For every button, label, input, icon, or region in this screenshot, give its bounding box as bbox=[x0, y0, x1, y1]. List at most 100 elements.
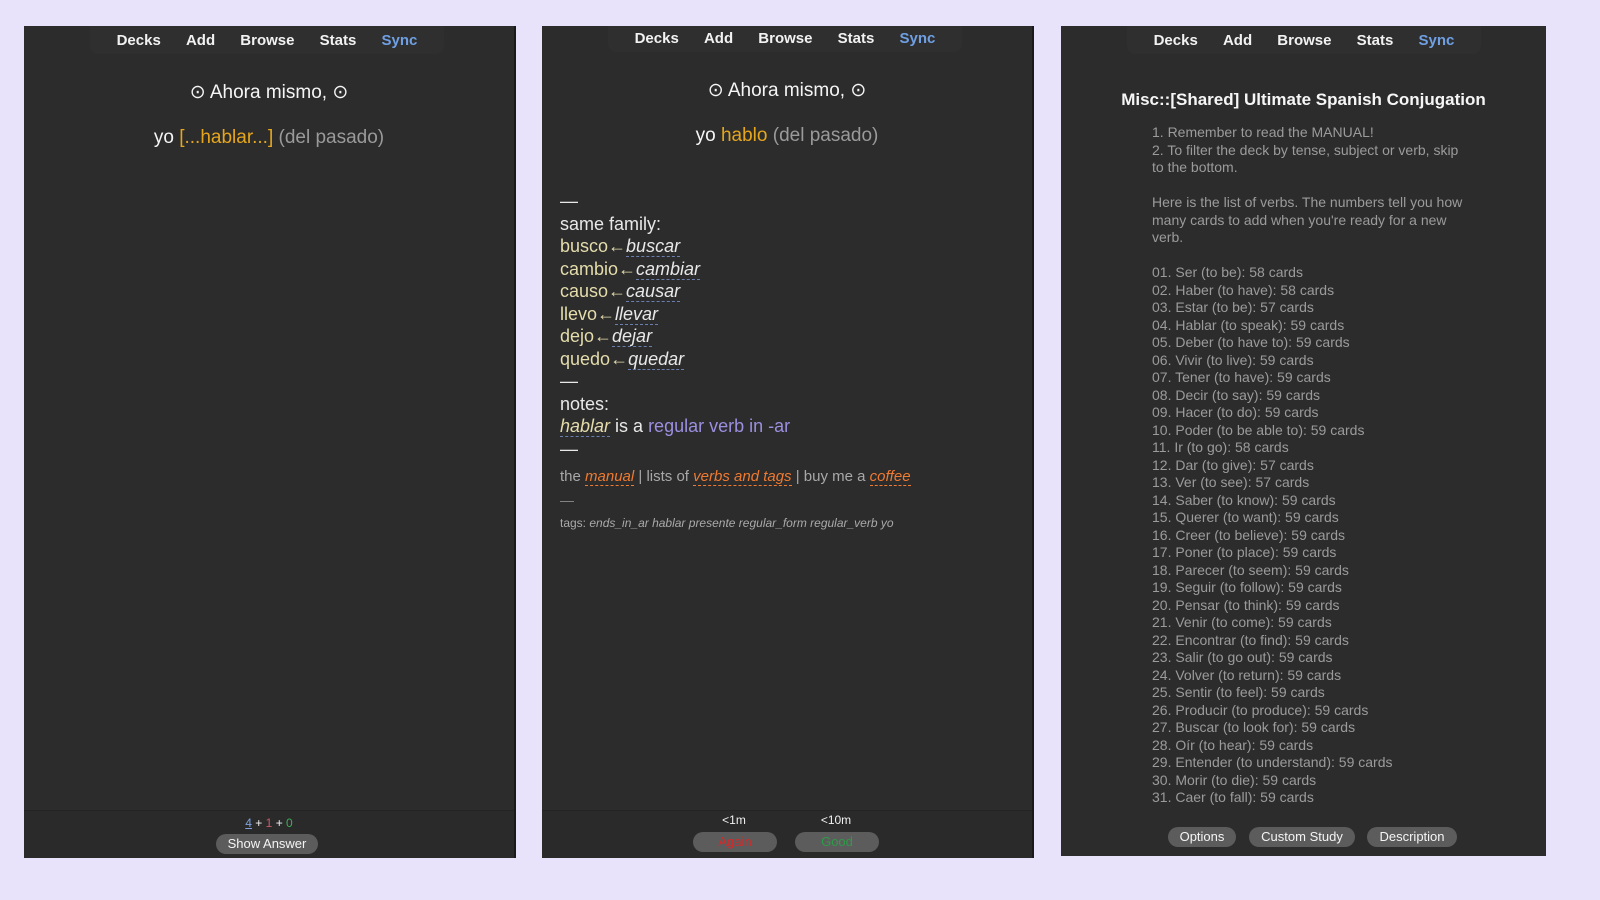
custom-study-button[interactable]: Custom Study bbox=[1249, 827, 1355, 847]
verb-list-item: 11. Ir (to go): 58 cards bbox=[1152, 439, 1289, 455]
top-nav: Decks Add Browse Stats Sync bbox=[90, 26, 444, 54]
family-infinitive[interactable]: dejar bbox=[612, 326, 653, 347]
deck-description[interactable]: 1. Remember to read the MANUAL! 2. To fi… bbox=[1152, 124, 1472, 808]
nav-decks[interactable]: Decks bbox=[635, 30, 679, 47]
nav-browse[interactable]: Browse bbox=[240, 32, 294, 49]
left-arrow-icon: ← bbox=[594, 326, 613, 346]
family-form: cambio bbox=[560, 258, 619, 279]
family-item: causo←causar bbox=[560, 280, 1020, 303]
coffee-link[interactable]: coffee bbox=[869, 468, 911, 486]
answer-panel: Decks Add Browse Stats Sync ⊙ Ahora mism… bbox=[542, 26, 1034, 858]
nav-add[interactable]: Add bbox=[1223, 32, 1252, 49]
subject: yo bbox=[695, 125, 716, 146]
again-button[interactable]: Again bbox=[693, 832, 777, 852]
family-form: dejo bbox=[560, 326, 595, 346]
card-tags: tags: ends_in_ar hablar presente regular… bbox=[560, 515, 1020, 531]
verb-list-item: 09. Hacer (to do): 59 cards bbox=[1152, 404, 1319, 420]
count-separator: + bbox=[255, 816, 263, 830]
deck-title: Misc::[Shared] Ultimate Spanish Conjugat… bbox=[1121, 90, 1486, 109]
links-sep: | buy me a bbox=[791, 468, 870, 485]
nav-browse[interactable]: Browse bbox=[1277, 32, 1331, 49]
timeline-label: ⊙ Ahora mismo, ⊙ bbox=[707, 80, 867, 101]
left-arrow-icon: ← bbox=[608, 281, 627, 301]
family-item: busco←buscar bbox=[560, 235, 1020, 258]
verb-list-item: 23. Salir (to go out): 59 cards bbox=[1152, 649, 1333, 665]
verbs-and-tags-link[interactable]: verbs and tags bbox=[693, 468, 792, 486]
top-nav: Decks Add Browse Stats Sync bbox=[608, 26, 962, 52]
family-infinitive[interactable]: quedar bbox=[628, 348, 685, 370]
manual-link[interactable]: manual bbox=[585, 468, 635, 486]
review-count: 0 bbox=[286, 816, 293, 830]
notes-label: notes: bbox=[560, 393, 610, 414]
deck-overview-panel: Decks Add Browse Stats Sync Misc::[Share… bbox=[1061, 26, 1546, 856]
nav-decks[interactable]: Decks bbox=[1154, 32, 1198, 49]
verb-list-item: 19. Seguir (to follow): 59 cards bbox=[1152, 579, 1342, 595]
note-line: hablar is a regular verb in -ar bbox=[560, 415, 1020, 438]
family-form: causo bbox=[560, 281, 609, 301]
verb-list-item: 32. Jugar (to play): 59 cards bbox=[1152, 807, 1472, 809]
tense-hint: (del pasado) bbox=[278, 127, 385, 148]
verb-list-item: 20. Pensar (to think): 59 cards bbox=[1152, 596, 1340, 613]
review-bottom-bar: <1m <10m Again Good bbox=[542, 810, 1032, 858]
verb-list-item: 12. Dar (to give): 57 cards bbox=[1152, 456, 1314, 473]
family-form: quedo bbox=[560, 348, 611, 369]
nav-browse[interactable]: Browse bbox=[758, 30, 812, 47]
conjugated-answer: hablo bbox=[720, 125, 768, 146]
verb-list-item: 31. Caer (to fall): 59 cards bbox=[1152, 789, 1314, 805]
divider: — bbox=[560, 491, 574, 508]
family-form: llevo bbox=[560, 303, 598, 324]
left-arrow-icon: ← bbox=[597, 303, 616, 324]
description-button[interactable]: Description bbox=[1367, 827, 1457, 847]
tags-list: ends_in_ar hablar presente regular_form … bbox=[589, 515, 894, 530]
due-counts: 4 + 1 + 0 bbox=[24, 816, 514, 830]
verb-list-item: 06. Vivir (to live): 59 cards bbox=[1152, 351, 1314, 368]
family-form: busco bbox=[560, 236, 609, 256]
good-interval: <10m bbox=[820, 813, 852, 827]
family-item: dejo←dejar bbox=[560, 325, 1020, 348]
nav-sync[interactable]: Sync bbox=[1419, 32, 1455, 49]
verb-list-item: 15. Querer (to want): 59 cards bbox=[1152, 509, 1339, 525]
same-family-label: same family: bbox=[560, 213, 662, 234]
verb-list-item: 01. Ser (to be): 58 cards bbox=[1152, 264, 1303, 280]
verb-list-item: 18. Parecer (to seem): 59 cards bbox=[1152, 561, 1349, 578]
card-answer: yo hablo (del pasado) bbox=[542, 125, 1032, 147]
verb-list-item: 08. Decir (to say): 59 cards bbox=[1152, 386, 1321, 403]
family-infinitive[interactable]: llevar bbox=[615, 303, 659, 325]
good-button[interactable]: Good bbox=[795, 832, 879, 852]
verb-list-item: 24. Volver (to return): 59 cards bbox=[1152, 666, 1342, 683]
links-prefix: the bbox=[560, 468, 586, 485]
nav-stats[interactable]: Stats bbox=[1357, 32, 1394, 49]
verb-list-item: 14. Saber (to know): 59 cards bbox=[1152, 491, 1336, 508]
nav-add[interactable]: Add bbox=[186, 32, 215, 49]
verb-type: regular verb in -ar bbox=[648, 416, 791, 436]
nav-add[interactable]: Add bbox=[704, 30, 733, 47]
family-infinitive[interactable]: buscar bbox=[626, 236, 681, 257]
nav-stats[interactable]: Stats bbox=[838, 30, 875, 47]
verb-list-item: 16. Creer (to believe): 59 cards bbox=[1152, 526, 1345, 543]
nav-sync[interactable]: Sync bbox=[382, 32, 418, 49]
deck-tips: 1. Remember to read the MANUAL! 2. To fi… bbox=[1152, 124, 1472, 177]
family-infinitive[interactable]: cambiar bbox=[636, 258, 701, 280]
options-button[interactable]: Options bbox=[1168, 827, 1236, 847]
note-verb[interactable]: hablar bbox=[560, 416, 611, 437]
verb-list-item: 03. Estar (to be): 57 cards bbox=[1152, 299, 1314, 315]
nav-decks[interactable]: Decks bbox=[117, 32, 161, 49]
deck-intro: Here is the list of verbs. The numbers t… bbox=[1152, 194, 1463, 245]
answer-notes: — same family: busco←buscar cambio←cambia… bbox=[560, 190, 1020, 531]
divider: — bbox=[560, 191, 578, 211]
nav-sync[interactable]: Sync bbox=[900, 30, 936, 47]
verb-list-item: 07. Tener (to have): 59 cards bbox=[1152, 369, 1331, 385]
tip: 2. To filter the deck by tense, subject … bbox=[1152, 141, 1459, 176]
verb-list-item: 22. Encontrar (to find): 59 cards bbox=[1152, 631, 1349, 648]
nav-stats[interactable]: Stats bbox=[320, 32, 357, 49]
subject: yo bbox=[153, 127, 174, 148]
divider: — bbox=[560, 371, 578, 391]
note-middle: is a bbox=[610, 416, 649, 436]
family-infinitive[interactable]: causar bbox=[626, 281, 681, 302]
top-nav: Decks Add Browse Stats Sync bbox=[1127, 26, 1481, 54]
divider: — bbox=[560, 438, 578, 459]
verb-list-item: 25. Sentir (to feel): 59 cards bbox=[1152, 684, 1325, 700]
tip: 1. Remember to read the MANUAL! bbox=[1152, 124, 1374, 140]
tense-hint: (del pasado) bbox=[772, 125, 879, 146]
show-answer-button[interactable]: Show Answer bbox=[216, 834, 318, 854]
